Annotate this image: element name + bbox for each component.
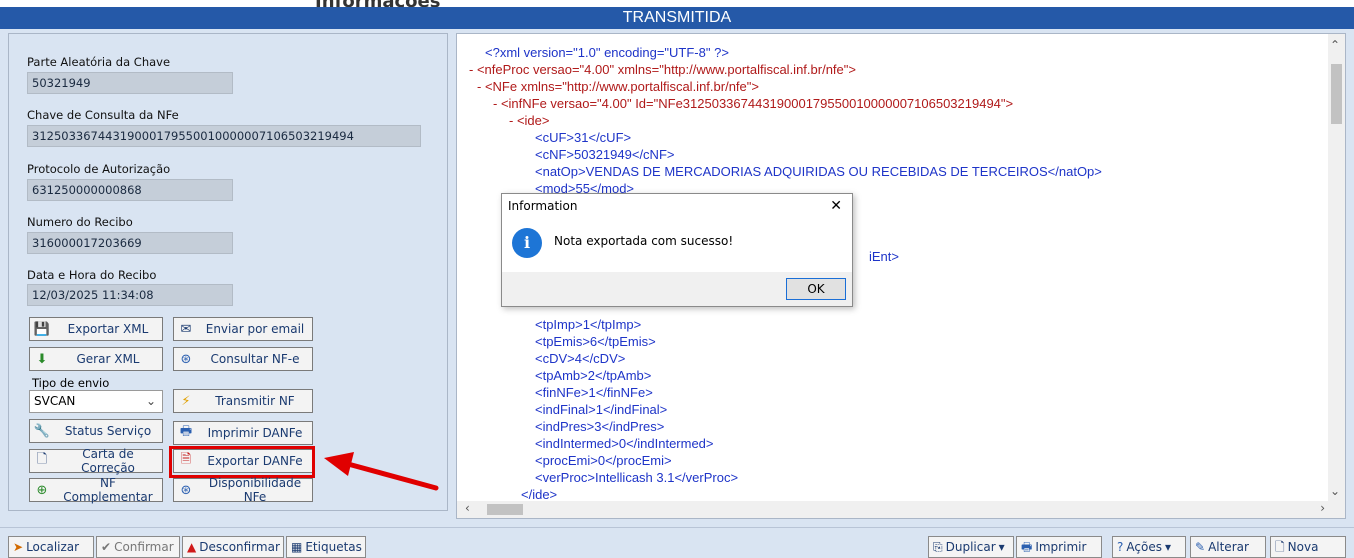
desconfirmar-button[interactable]: ▲ Desconfirmar	[182, 536, 284, 558]
xml-line: <cDV>4</cDV>	[535, 351, 626, 366]
xml-line[interactable]: - <NFe xmlns="http://www.portalfiscal.in…	[477, 79, 759, 94]
enviar-email-button[interactable]: ✉ Enviar por email	[173, 317, 313, 341]
confirmar-button[interactable]: ✔ Confirmar	[96, 536, 180, 558]
etiquetas-button[interactable]: ▦ Etiquetas	[286, 536, 366, 558]
printer-icon: 🖶	[1021, 540, 1033, 554]
localizar-button[interactable]: ➤ Localizar	[8, 536, 94, 558]
xml-line[interactable]: - <ide>	[509, 113, 549, 128]
tipo-envio-value: SVCAN	[34, 394, 76, 408]
check-icon: ✔	[101, 540, 112, 554]
top-strip: Informações	[0, 0, 1354, 12]
acoes-button[interactable]: ? Ações ▾	[1112, 536, 1186, 558]
email-icon: ✉	[180, 321, 192, 337]
warning-icon: ▲	[187, 540, 197, 554]
xml-line: <indIntermed>0</indIntermed>	[535, 436, 714, 451]
xml-line: <indFinal>1</indFinal>	[535, 402, 668, 417]
xml-line: </ide>	[521, 487, 558, 502]
xml-line: <tpImp>1</tpImp>	[535, 317, 642, 332]
globe-icon: ⊛	[180, 351, 192, 367]
field-label-parte-aleatoria: Parte Aleatória da Chave	[27, 55, 171, 69]
floppy-disk-icon: 💾	[33, 321, 51, 337]
xml-line: <cNF>50321949</cNF>	[535, 147, 675, 162]
xml-line: <tpEmis>6</tpEmis>	[535, 334, 656, 349]
ok-button[interactable]: OK	[786, 278, 846, 300]
xml-line: <natOp>VENDAS DE MERCADORIAS ADQUIRIDAS …	[535, 164, 1102, 179]
help-icon: ?	[1117, 540, 1124, 554]
gerar-xml-button[interactable]: ⬇ Gerar XML	[29, 347, 163, 371]
xml-line[interactable]: - <infNFe versao="4.00" Id="NFe312503367…	[493, 96, 1013, 111]
status-title-bar: TRANSMITIDA	[0, 7, 1354, 29]
exportar-danfe-highlight	[169, 446, 315, 478]
imprimir-danfe-button[interactable]: 🖶 Imprimir DANFe	[173, 421, 313, 445]
scroll-right-icon[interactable]: ›	[1320, 501, 1325, 515]
exportar-xml-button[interactable]: 💾 Exportar XML	[29, 317, 163, 341]
info-icon: i	[512, 228, 542, 258]
duplicate-icon: ⎘	[933, 540, 943, 554]
nova-button[interactable]: 🗋 Nova	[1270, 536, 1346, 558]
xml-line: <indPres>3</indPres>	[535, 419, 665, 434]
close-icon[interactable]: ✕	[830, 194, 842, 218]
chevron-down-icon: ▾	[1164, 540, 1171, 554]
xml-line[interactable]: - <nfeProc versao="4.00" xmlns="http://w…	[469, 62, 856, 77]
information-dialog: Information ✕ i Nota exportada com suces…	[501, 193, 853, 307]
table-icon: ▦	[291, 540, 303, 554]
field-label-recibo: Numero do Recibo	[27, 215, 133, 229]
field-value-recibo[interactable]: 316000017203669	[27, 232, 233, 254]
carta-correcao-button[interactable]: 🗋 Carta de Correção	[29, 447, 163, 475]
dialog-title: Information	[502, 194, 852, 218]
xml-line: <cUF>31</cUF>	[535, 130, 632, 145]
field-value-protocolo[interactable]: 631250000000868	[27, 179, 233, 201]
dialog-body: i Nota exportada com sucesso!	[502, 218, 852, 272]
xml-line: <procEmi>0</procEmi>	[535, 453, 672, 468]
xml-line: <tpAmb>2</tpAmb>	[535, 368, 652, 383]
bottom-toolbar: ➤ Localizar ✔ Confirmar ▲ Desconfirmar ▦…	[0, 527, 1354, 558]
nf-complementar-button[interactable]: ⊕ NF Complementar	[29, 476, 163, 504]
horizontal-scrollbar[interactable]: ‹ ›	[457, 501, 1345, 518]
scroll-up-icon[interactable]: ⌃	[1330, 38, 1340, 52]
field-value-parte-aleatoria[interactable]: 50321949	[27, 72, 233, 94]
tipo-envio-select[interactable]: SVCAN ⌄	[29, 390, 163, 413]
alterar-button[interactable]: ✎ Alterar	[1190, 536, 1266, 558]
transmitir-nf-button[interactable]: ⚡ Transmitir NF	[173, 389, 313, 413]
scroll-left-icon[interactable]: ‹	[465, 501, 470, 515]
xml-line: <?xml version="1.0" encoding="UTF-8" ?>	[485, 45, 729, 60]
chevron-down-icon: ▾	[998, 540, 1005, 554]
download-icon: ⬇	[36, 351, 48, 367]
scroll-down-icon[interactable]: ⌄	[1330, 484, 1340, 498]
field-label-data-hora: Data e Hora do Recibo	[27, 268, 157, 282]
field-value-chave-consulta[interactable]: 3125033674431900017955001000000710650321…	[27, 125, 421, 147]
disponibilidade-nfe-button[interactable]: ⊛ Disponibilidade NFe	[173, 476, 313, 504]
field-label-protocolo: Protocolo de Autorização	[27, 162, 171, 176]
lightning-icon: ⚡	[181, 393, 191, 409]
xml-line: iEnt>	[869, 249, 899, 264]
vertical-scrollbar[interactable]: ⌃ ⌄	[1328, 34, 1345, 502]
add-document-icon: ⊕	[36, 482, 48, 498]
red-arrow-icon	[324, 452, 439, 491]
edit-icon: ✎	[1195, 540, 1206, 554]
search-icon: ➤	[13, 540, 24, 554]
field-label-chave-consulta: Chave de Consulta da NFe	[27, 108, 179, 122]
duplicar-button[interactable]: ⎘ Duplicar ▾	[928, 536, 1014, 558]
xml-line: <finNFe>1</finNFe>	[535, 385, 653, 400]
field-value-data-hora[interactable]: 12/03/2025 11:34:08	[27, 284, 233, 306]
xml-line: <verProc>Intellicash 3.1</verProc>	[535, 470, 739, 485]
globe-icon: ⊛	[180, 482, 192, 498]
dialog-message: Nota exportada com sucesso!	[554, 234, 734, 248]
consultar-nfe-button[interactable]: ⊛ Consultar NF-e	[173, 347, 313, 371]
tipo-envio-label: Tipo de envio	[32, 376, 110, 390]
new-document-icon: 🗋	[1275, 540, 1285, 554]
printer-icon: 🖶	[179, 424, 193, 439]
imprimir-button[interactable]: 🖶 Imprimir	[1016, 536, 1102, 558]
scroll-thumb[interactable]	[1331, 64, 1342, 124]
document-icon: 🗋	[36, 452, 48, 467]
chevron-down-icon: ⌄	[145, 394, 156, 408]
tools-icon: 🔧	[33, 423, 51, 439]
scroll-thumb[interactable]	[487, 504, 523, 515]
status-servico-button[interactable]: 🔧 Status Serviço	[29, 419, 163, 443]
